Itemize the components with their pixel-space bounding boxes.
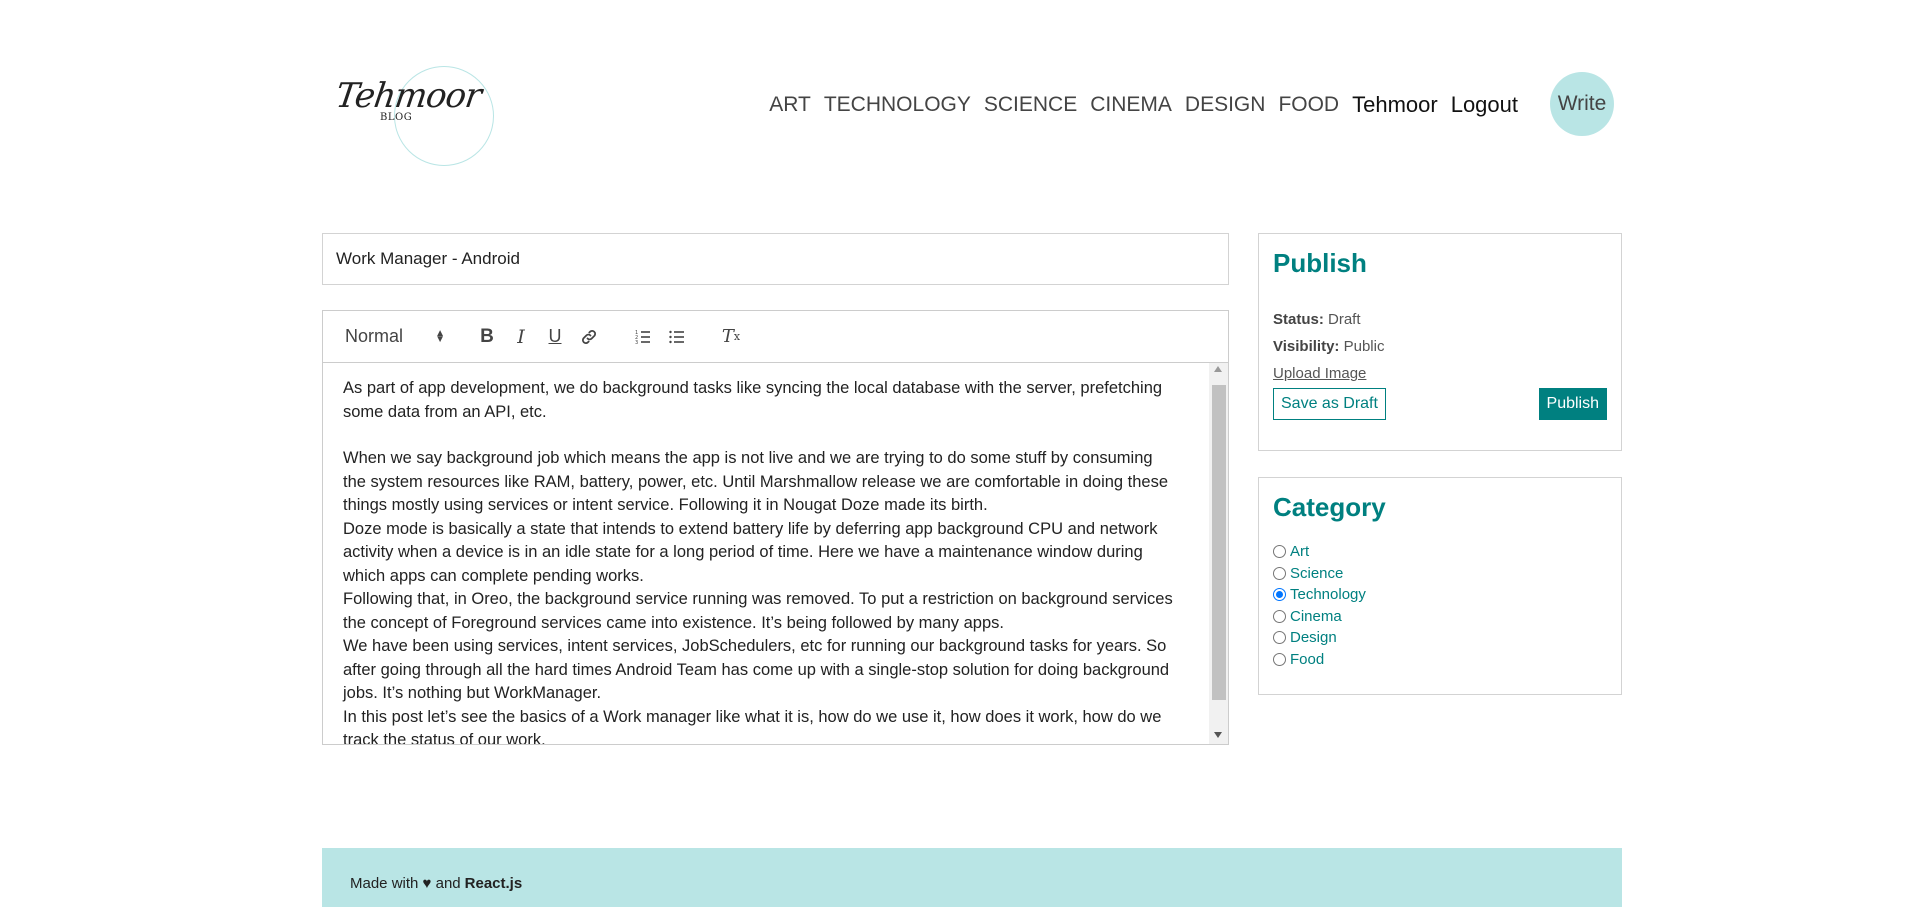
category-radio[interactable] [1273, 566, 1286, 580]
category-label: Science [1290, 564, 1344, 582]
status-value: Draft [1328, 311, 1361, 328]
category-radio[interactable] [1273, 545, 1286, 559]
category-label: Food [1290, 650, 1325, 668]
publish-button[interactable]: Publish [1538, 388, 1607, 420]
category-item-technology[interactable]: Technology [1273, 584, 1607, 606]
paragraph: When we say background job which means t… [343, 449, 1169, 514]
nav-science[interactable]: SCIENCE [984, 93, 1077, 117]
category-item-food[interactable]: Food [1273, 649, 1607, 671]
bold-icon[interactable]: B [473, 323, 501, 351]
editor-scrollbar[interactable] [1209, 363, 1228, 744]
rich-text-editor: Normal ▲ ▼ B I U 123 Tx As part of app de… [322, 310, 1229, 745]
logout-link[interactable]: Logout [1451, 92, 1518, 118]
status-label: Status: [1273, 311, 1324, 328]
category-heading: Category [1273, 492, 1386, 522]
write-button[interactable]: Write [1550, 72, 1614, 136]
paragraph: Doze mode is basically a state that inte… [343, 519, 1158, 585]
category-item-art[interactable]: Art [1273, 541, 1607, 563]
paragraph: We have been using services, intent serv… [343, 637, 1170, 702]
category-radio[interactable] [1273, 609, 1286, 623]
clear-format-icon[interactable]: Tx [717, 323, 745, 351]
save-draft-button[interactable]: Save as Draft [1273, 388, 1386, 420]
category-radio-checked[interactable] [1273, 588, 1286, 602]
paragraph: In this post let’s see the basics of a W… [343, 707, 1162, 745]
upload-image-link[interactable]: Upload Image [1273, 365, 1366, 382]
paragraph: Following that, in Oreo, the background … [343, 590, 1173, 632]
logo-sub: BLOG [380, 112, 413, 123]
editor-content[interactable]: As part of app development, we do backgr… [323, 363, 1228, 744]
category-radio[interactable] [1273, 631, 1286, 645]
link-icon[interactable] [575, 323, 603, 351]
visibility-row: Visibility: Public [1273, 338, 1607, 355]
svg-text:3: 3 [635, 340, 638, 346]
category-label: Design [1290, 629, 1337, 647]
publish-heading: Publish [1273, 248, 1367, 278]
select-arrows-icon: ▲ ▼ [435, 327, 445, 345]
scroll-down-icon[interactable] [1214, 732, 1222, 738]
underline-icon[interactable]: U [541, 323, 569, 351]
italic-icon[interactable]: I [507, 323, 535, 351]
footer-brand: React.js [464, 874, 523, 892]
format-select[interactable]: Normal ▲ ▼ [345, 326, 453, 347]
footer: Made with ♥ and React.js [322, 848, 1622, 907]
paragraph: As part of app development, we do backgr… [343, 379, 1163, 421]
category-item-science[interactable]: Science [1273, 563, 1607, 585]
category-label: Art [1290, 543, 1310, 561]
footer-prefix: Made with ♥ and [350, 874, 461, 892]
category-label: Technology [1290, 586, 1366, 604]
nav-design[interactable]: DESIGN [1185, 93, 1266, 117]
editor-body[interactable]: As part of app development, we do backgr… [323, 363, 1228, 744]
main-nav: ART TECHNOLOGY SCIENCE CINEMA DESIGN FOO… [756, 83, 1518, 127]
nav-food[interactable]: FOOD [1278, 93, 1339, 117]
visibility-value: Public [1343, 338, 1385, 355]
nav-user[interactable]: Tehmoor [1352, 92, 1438, 118]
post-title-input[interactable] [322, 233, 1229, 285]
category-item-cinema[interactable]: Cinema [1273, 606, 1607, 628]
nav-cinema[interactable]: CINEMA [1090, 93, 1172, 117]
publish-panel: Publish Status: Draft Visibility: Public… [1258, 233, 1622, 451]
scroll-thumb[interactable] [1212, 385, 1226, 700]
category-label: Cinema [1290, 607, 1342, 625]
scroll-up-icon[interactable] [1214, 366, 1222, 372]
nav-art[interactable]: ART [769, 93, 811, 117]
ordered-list-icon[interactable]: 123 [629, 323, 657, 351]
bullet-list-icon[interactable] [663, 323, 691, 351]
editor-toolbar: Normal ▲ ▼ B I U 123 Tx [323, 311, 1228, 363]
visibility-label: Visibility: [1273, 338, 1340, 355]
format-select-value: Normal [345, 326, 404, 346]
category-panel: Category Art Science Technology Cinema D… [1258, 477, 1622, 695]
category-radio[interactable] [1273, 652, 1286, 666]
logo[interactable]: Tehmoor BLOG [330, 66, 500, 166]
publish-actions: Save as Draft Publish [1273, 388, 1607, 420]
category-item-design[interactable]: Design [1273, 627, 1607, 649]
logo-script: Tehmoor [333, 76, 484, 116]
nav-technology[interactable]: TECHNOLOGY [824, 93, 971, 117]
status-row: Status: Draft [1273, 311, 1607, 328]
